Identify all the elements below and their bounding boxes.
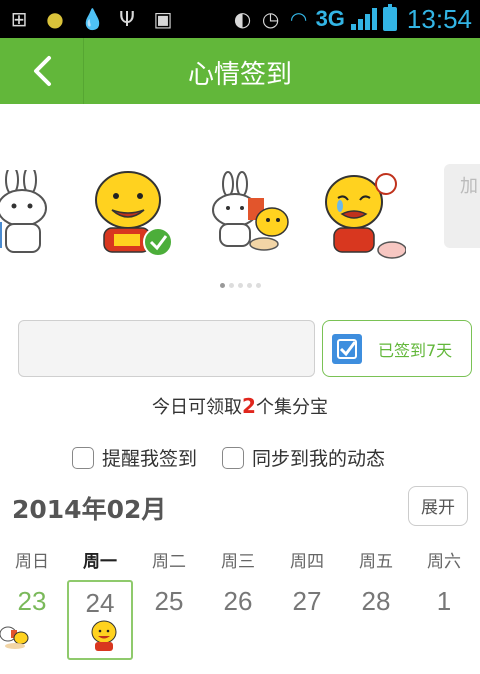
status-bar: ⊞ ● 💧 Ψ ▣ ◐ ◷ ◠ 3G 13:54 (0, 0, 480, 38)
android-icon: ▣ (153, 7, 173, 31)
day-number: 26 (223, 586, 253, 616)
reward-count: 2 (242, 394, 256, 418)
day-mood-sticker (0, 626, 29, 649)
sticker-carousel[interactable]: 加 (0, 160, 480, 260)
calendar-day[interactable]: 27 (274, 580, 340, 660)
remind-label: 提醒我签到 (102, 448, 198, 470)
calendar-month-title: 2014年02月 (12, 495, 167, 524)
sign-in-button[interactable]: 已签到7天 (322, 320, 472, 377)
sync-checkbox[interactable] (222, 446, 244, 469)
clock: 13:54 (406, 3, 472, 34)
reward-text: 今日可领取2个集分宝 (0, 393, 480, 419)
calendar-day[interactable]: 25 (136, 580, 202, 660)
mood-note-input[interactable] (18, 320, 315, 377)
weekday-label: 周六 (427, 552, 461, 572)
weekday-label: 周二 (152, 552, 186, 572)
calendar-day[interactable]: 1 (411, 580, 477, 660)
reward-suffix: 个集分宝 (255, 397, 328, 418)
calendar-day-today[interactable]: 24 (67, 580, 133, 660)
expand-calendar-button[interactable]: 展开 (408, 486, 468, 526)
add-icon: ⊞ (10, 7, 28, 31)
wifi-icon: ◠ (289, 7, 308, 31)
alarm-icon: ◷ (261, 7, 280, 31)
reward-prefix: 今日可领取 (152, 397, 243, 418)
usb-icon: Ψ (119, 7, 135, 31)
sticker-crying-face[interactable] (320, 170, 407, 260)
signal-icon (350, 8, 377, 30)
calendar-day[interactable]: 23 (0, 580, 65, 660)
pager-dot[interactable] (255, 283, 261, 288)
app-header: 心情签到 (0, 38, 480, 104)
sync-option[interactable]: 同步到我的动态 (222, 444, 385, 471)
network-type: 3G (315, 6, 345, 31)
pager-dot[interactable] (246, 283, 252, 288)
calendar-day[interactable]: 28 (343, 580, 409, 660)
vibrate-icon: ◐ (233, 7, 252, 31)
calendar-day[interactable]: 26 (205, 580, 271, 660)
pager-dot[interactable] (219, 283, 225, 288)
day-number: 28 (361, 586, 391, 616)
weekday-label: 周四 (290, 552, 324, 572)
sync-label: 同步到我的动态 (252, 448, 386, 470)
sticker-rabbit[interactable] (0, 165, 68, 260)
carousel-pager (0, 283, 480, 288)
weekday-label: 周五 (359, 552, 393, 572)
sticker-rabbit-duck[interactable] (208, 170, 294, 260)
day-number: 27 (292, 586, 322, 616)
signed-check-icon (332, 333, 362, 364)
battery-icon (382, 4, 397, 31)
remind-option[interactable]: 提醒我签到 (72, 444, 197, 471)
day-number: 25 (154, 586, 184, 616)
sticker-yellow-face-selected[interactable] (92, 170, 178, 260)
weekday-label: 周一 (83, 552, 117, 572)
day-number: 23 (17, 586, 47, 616)
weekday-label: 周日 (15, 552, 49, 572)
sign-in-label: 已签到7天 (378, 340, 453, 360)
day-number: 24 (85, 588, 115, 618)
add-sticker-button[interactable]: 加 (444, 164, 480, 248)
pager-dot[interactable] (237, 283, 243, 288)
pager-dot[interactable] (228, 283, 234, 288)
remind-checkbox[interactable] (72, 446, 94, 469)
weekday-label: 周三 (221, 552, 255, 572)
chrome-icon: ● (46, 7, 64, 31)
day-number: 1 (436, 586, 452, 616)
day-mood-sticker (91, 620, 117, 651)
drop-icon: 💧 (80, 7, 105, 31)
back-button[interactable] (0, 38, 84, 104)
chevron-left-icon (33, 56, 51, 86)
